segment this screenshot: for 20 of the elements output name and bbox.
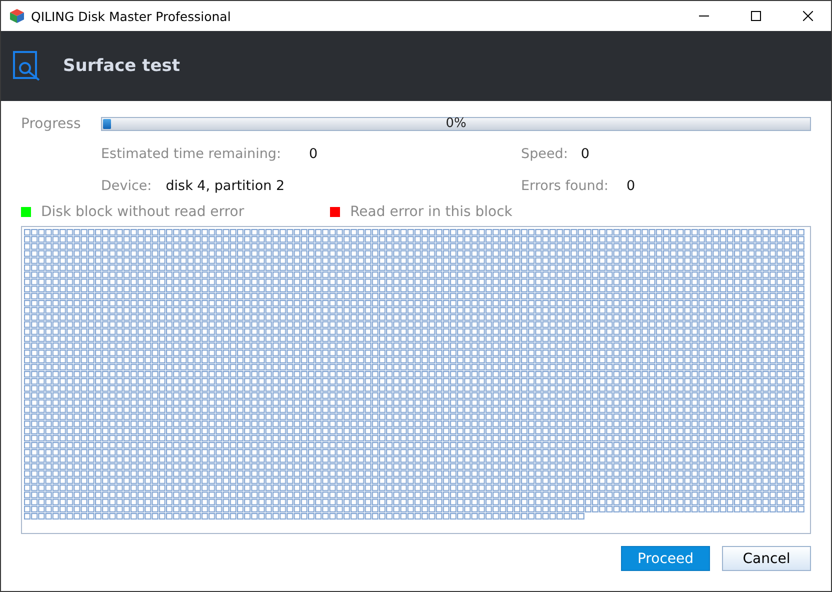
- app-cube-icon: [9, 8, 25, 24]
- header-title: Surface test: [63, 56, 180, 76]
- window-title: QILING Disk Master Professional: [31, 8, 232, 24]
- stat-value: 0: [580, 146, 590, 162]
- stat-label: Estimated time remaining:: [101, 146, 281, 162]
- stat-label: Errors found:: [521, 178, 608, 194]
- cancel-button[interactable]: Cancel: [722, 546, 811, 571]
- stat-value: 0: [626, 178, 636, 194]
- close-icon: [803, 11, 813, 21]
- legend-label: Read error in this block: [350, 204, 512, 220]
- proceed-button[interactable]: Proceed: [621, 546, 710, 571]
- stat-label: Device:: [101, 178, 152, 194]
- stat-label: Speed:: [521, 146, 568, 162]
- stat-value: 0: [309, 146, 318, 162]
- progress-percent: 0%: [444, 116, 468, 131]
- progress-label: Progress: [21, 116, 82, 132]
- stat-value: disk 4, partition 2: [166, 178, 285, 194]
- legend-label: Disk block without read error: [41, 204, 244, 220]
- maximize-icon: [751, 11, 761, 21]
- search-icon: [13, 51, 41, 81]
